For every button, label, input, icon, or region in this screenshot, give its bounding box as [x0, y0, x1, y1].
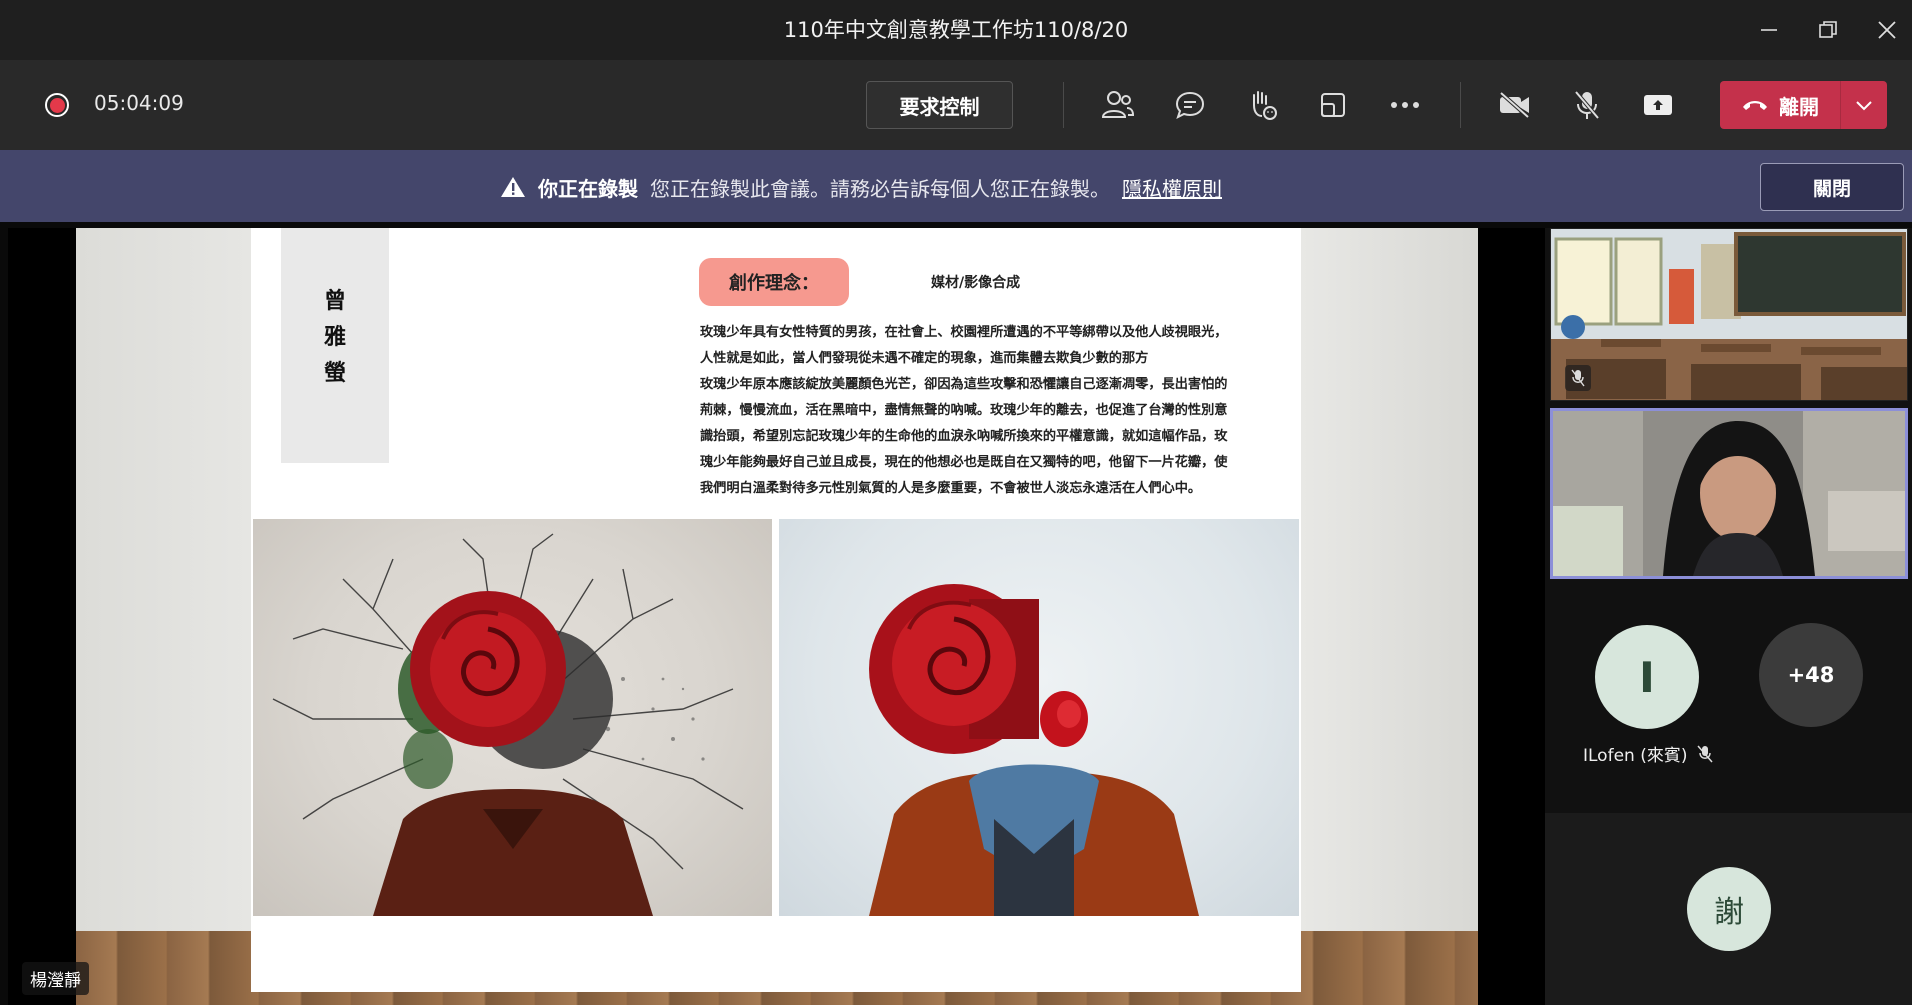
mic-off-icon: [1697, 745, 1714, 762]
room-view-icon[interactable]: [1313, 85, 1353, 125]
leave-button[interactable]: 離開: [1720, 81, 1840, 129]
classroom-video-tile[interactable]: [1550, 228, 1908, 401]
participants-icon[interactable]: [1098, 85, 1138, 125]
minimize-icon[interactable]: [1749, 10, 1789, 50]
more-options-icon[interactable]: [1385, 85, 1425, 125]
medium-label: 媒材/影像合成: [931, 275, 1021, 291]
participant-tile: 謝: [1545, 813, 1912, 1005]
mic-off-icon[interactable]: [1567, 85, 1607, 125]
privacy-policy-link[interactable]: 隱私權原則: [1122, 173, 1222, 202]
mic-off-icon: [1565, 365, 1591, 391]
meeting-toolbar: 05:04:09 要求控制 離開: [0, 60, 1912, 150]
paragraph-line: 識抬頭，希望別忘記玫瑰少年的生命他的血淚永吶喊所換來的平權意識，就如這幅作品，玫: [700, 429, 1228, 444]
artwork-thorn-rose: [253, 519, 772, 916]
author-name-char: 螢: [323, 361, 346, 386]
author-name-char: 曾: [323, 289, 346, 314]
phone-hangup-icon: [1743, 101, 1767, 110]
participants-pane: I +48 ILofen (來賓) 謝: [1545, 228, 1912, 1005]
chat-icon[interactable]: [1170, 85, 1210, 125]
paragraph-line: 玫瑰少年原本應該綻放美麗顏色光芒，卻因為這些攻擊和恐懼讓自己逐漸凋零，長出害怕的: [700, 377, 1228, 392]
recording-icon: [45, 93, 69, 117]
avatar[interactable]: I: [1595, 625, 1699, 729]
presenter-video-tile[interactable]: [1550, 408, 1908, 579]
toolbar-divider: [1063, 82, 1064, 128]
meeting-timer: 05:04:09: [94, 91, 184, 115]
author-name-char: 雅: [323, 325, 346, 350]
paragraph-line: 荊棘，慢慢流血，活在黑暗中，盡情無聲的吶喊。玫瑰少年的離去，也促進了台灣的性別意: [700, 403, 1228, 418]
presentation-slide: 曾 雅 螢 創作理念： 媒材/影像合成 玫瑰少年具有女性特質的男孩，在社會上、校…: [251, 228, 1301, 992]
recording-notice: 你正在錄製 您正在錄製此會議。請務必告訴每個人您正在錄製。 隱私權原則: [500, 172, 1222, 202]
title-bar: 110年中文創意教學工作坊110/8/20: [0, 0, 1912, 60]
recording-notice-title: 你正在錄製: [538, 176, 638, 201]
camera-off-icon[interactable]: [1495, 85, 1535, 125]
artwork-red-rose: [779, 519, 1299, 916]
participant-name-label: ILofen (來賓): [1583, 746, 1688, 766]
paragraph-line: 人性就是如此，當人們發現從未遇不確定的現象，進而集體去欺負少數的那方: [700, 351, 1149, 366]
author-name-card: 曾 雅 螢: [281, 228, 389, 463]
more-participants-button[interactable]: +48: [1759, 623, 1863, 727]
window-title: 110年中文創意教學工作坊110/8/20: [783, 18, 1129, 42]
raise-hand-icon[interactable]: [1242, 85, 1282, 125]
concept-label: 創作理念：: [699, 258, 849, 306]
paragraph-line: 我們明白溫柔對待多元性別氣質的人是多麼重要，不會被世人淡忘永遠活在人們心中。: [700, 481, 1202, 496]
concept-paragraph: 玫瑰少年具有女性特質的男孩，在社會上、校園裡所遭遇的不平等綁帶以及他人歧視眼光，…: [700, 320, 1280, 502]
active-speaker-label: 楊瀅靜: [22, 962, 89, 995]
toolbar-divider: [1460, 82, 1461, 128]
shared-content-stage: 曾 雅 螢 創作理念： 媒材/影像合成 玫瑰少年具有女性特質的男孩，在社會上、校…: [8, 228, 1545, 1005]
paragraph-line: 玫瑰少年具有女性特質的男孩，在社會上、校園裡所遭遇的不平等綁帶以及他人歧視眼光，: [700, 325, 1228, 340]
restore-icon[interactable]: [1808, 10, 1848, 50]
leave-label: 離開: [1779, 94, 1819, 119]
participant-name: ILofen (來賓): [1583, 741, 1714, 766]
warning-icon: [501, 177, 525, 197]
paragraph-line: 瑰少年能夠最好自己並且成長，現在的他想必也是既自在又獨特的吧，他留下一片花瓣，使: [700, 455, 1228, 470]
avatar[interactable]: 謝: [1687, 867, 1771, 951]
recording-banner: 你正在錄製 您正在錄製此會議。請務必告訴每個人您正在錄製。 隱私權原則 關閉: [0, 150, 1912, 222]
chevron-down-icon[interactable]: [1841, 81, 1887, 129]
request-control-button[interactable]: 要求控制: [866, 81, 1013, 129]
close-window-icon[interactable]: [1867, 10, 1907, 50]
share-screen-icon[interactable]: [1638, 85, 1678, 125]
recording-notice-message: 您正在錄製此會議。請務必告訴每個人您正在錄製。: [650, 176, 1110, 201]
close-banner-button[interactable]: 關閉: [1760, 163, 1904, 211]
leave-button-group: 離開: [1720, 81, 1887, 129]
